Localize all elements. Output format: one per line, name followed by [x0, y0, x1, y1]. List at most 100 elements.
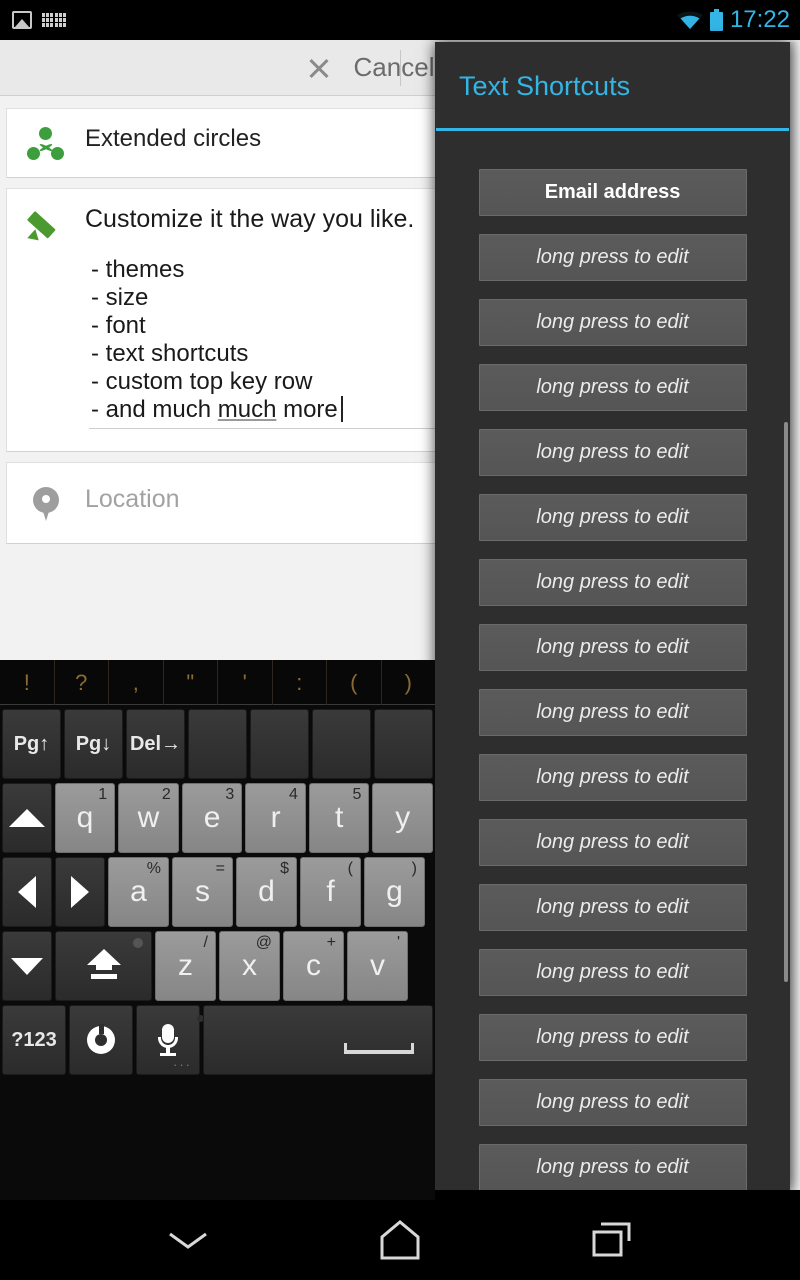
blank-key-2[interactable] — [250, 709, 309, 779]
suggestion-key[interactable]: ' — [218, 659, 273, 705]
dialog-edge-highlight — [790, 42, 800, 1190]
key-label: y — [395, 801, 411, 834]
key-hint: ' — [396, 934, 400, 951]
shortcut-button[interactable]: long press to edit — [478, 1014, 747, 1061]
shortcut-button[interactable]: Email address — [478, 169, 747, 216]
key-label: t — [335, 801, 344, 834]
cancel-label: Cancel — [353, 52, 435, 82]
arrow-down-icon — [11, 957, 43, 975]
shortcut-button[interactable]: long press to edit — [478, 624, 747, 671]
key-f[interactable]: (f — [300, 857, 361, 927]
forward-delete-key[interactable]: Del→ — [126, 709, 185, 779]
key-q[interactable]: 1q — [54, 783, 116, 853]
key-hint: = — [215, 860, 225, 877]
blank-key-4[interactable] — [374, 709, 433, 779]
symbols-key[interactable]: ?123 — [2, 1005, 66, 1075]
arrow-right-key[interactable] — [55, 857, 105, 927]
home-button[interactable] — [370, 1216, 430, 1264]
key-z[interactable]: / z — [155, 931, 216, 1001]
key-hint: 3 — [225, 786, 235, 803]
shortcut-button[interactable]: long press to edit — [478, 1079, 747, 1126]
arrow-down-key[interactable] — [2, 931, 52, 1001]
shortcut-button[interactable]: long press to edit — [478, 884, 747, 931]
input-method-key[interactable] — [69, 1005, 133, 1075]
shortcut-button[interactable]: long press to edit — [478, 299, 747, 346]
suggestion-key[interactable]: , — [109, 659, 164, 705]
key-hint: % — [146, 860, 161, 877]
key-hint: 1 — [98, 786, 108, 803]
key-d[interactable]: $ d — [236, 857, 297, 927]
suggestion-key[interactable]: " — [164, 659, 218, 705]
key-t[interactable]: 5t — [308, 783, 370, 853]
shortcut-button[interactable]: long press to edit — [478, 689, 747, 736]
key-s[interactable]: = s — [172, 857, 233, 927]
soft-keyboard: ! ? , " ' : ( ) Pg↑ Pg↓ Del→ 1q 2w 3e 4r… — [0, 659, 436, 1200]
page-up-key[interactable]: Pg↑ — [2, 709, 61, 779]
screen: 17:22 Cancel Extended circles Customize … — [0, 0, 800, 1280]
shortcut-list: Email address long press to edit long pr… — [435, 131, 790, 1190]
dialog-title: Text Shortcuts — [459, 71, 631, 101]
blank-key-1[interactable] — [188, 709, 247, 779]
action-bar-divider — [400, 50, 401, 86]
key-g[interactable]: ) g — [364, 857, 425, 927]
suggestion-key[interactable]: ! — [0, 659, 55, 705]
suggestion-key[interactable]: ? — [55, 659, 109, 705]
key-v[interactable]: ' v — [347, 931, 408, 1001]
shortcut-button[interactable]: long press to edit — [478, 364, 747, 411]
key-y[interactable]: y — [372, 783, 434, 853]
text-shortcuts-dialog: Text Shortcuts Email address long press … — [435, 42, 790, 1190]
shortcut-button[interactable]: long press to edit — [478, 429, 747, 476]
arrow-left-key[interactable] — [2, 857, 52, 927]
arrow-up-icon — [8, 809, 45, 827]
status-bar: 17:22 — [0, 0, 800, 40]
space-key[interactable] — [203, 1005, 433, 1075]
key-c[interactable]: + c — [283, 931, 344, 1001]
status-bar-right-icons: 17:22 — [676, 6, 800, 34]
shortcut-button[interactable]: long press to edit — [478, 494, 747, 541]
key-label: v — [370, 949, 385, 982]
suggestion-key[interactable]: ) — [382, 660, 436, 705]
shortcut-button[interactable]: long press to edit — [478, 234, 747, 281]
close-icon — [306, 55, 332, 81]
dialog-scrollbar[interactable] — [784, 422, 788, 982]
keyboard-row-1: 1q 2w 3e 4r 5t y — [0, 783, 435, 853]
key-label: s — [195, 875, 210, 908]
recents-button[interactable] — [582, 1216, 642, 1264]
page-down-key[interactable]: Pg↓ — [64, 709, 123, 779]
shortcut-button[interactable]: long press to edit — [478, 1144, 747, 1190]
microphone-icon — [158, 1024, 178, 1056]
arrow-up-key[interactable] — [2, 783, 52, 853]
keyboard-row-3: / z @ x + c ' v — [0, 931, 435, 1001]
text-caret — [340, 396, 343, 422]
key-x[interactable]: @ x — [219, 931, 280, 1001]
location-icon-wrap — [7, 485, 85, 521]
key-label: w — [137, 801, 160, 834]
suggestion-key[interactable]: ( — [327, 659, 382, 705]
status-bar-left-icons — [0, 11, 66, 29]
key-e[interactable]: 3e — [181, 783, 243, 853]
key-label: f — [326, 875, 335, 908]
location-pin-icon — [33, 487, 59, 521]
key-hint: ) — [411, 860, 417, 877]
key-hint: 4 — [288, 786, 298, 803]
key-a[interactable]: % a — [108, 857, 169, 927]
navigation-bar — [0, 1200, 800, 1280]
hide-keyboard-button[interactable] — [158, 1216, 218, 1264]
key-label: r — [270, 801, 281, 834]
suggestion-key[interactable]: : — [273, 659, 327, 705]
shortcut-button[interactable]: long press to edit — [478, 819, 747, 866]
voice-key-sub: ··· — [173, 1057, 192, 1072]
key-r[interactable]: 4r — [245, 783, 306, 853]
shortcut-button[interactable]: long press to edit — [478, 754, 747, 801]
key-w[interactable]: 2w — [118, 783, 179, 853]
globe-icon — [87, 1024, 115, 1054]
shortcut-button[interactable]: long press to edit — [478, 949, 747, 996]
image-icon — [12, 11, 32, 29]
shift-key[interactable] — [55, 931, 152, 1001]
voice-input-key[interactable]: ··· — [136, 1005, 200, 1075]
keyboard-icon — [42, 12, 66, 28]
shortcut-button[interactable]: long press to edit — [478, 559, 747, 606]
key-label: d — [258, 875, 275, 908]
key-hint: / — [203, 934, 208, 951]
blank-key-3[interactable] — [312, 709, 371, 779]
